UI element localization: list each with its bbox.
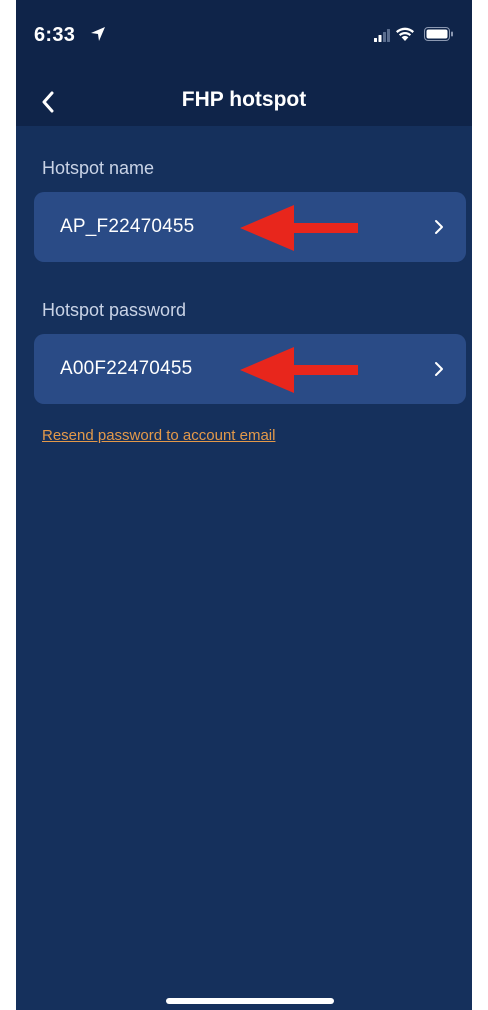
- red-arrow-icon: [240, 205, 358, 251]
- status-bar: 6:33: [16, 0, 472, 78]
- chevron-right-icon: [435, 362, 443, 376]
- hotspot-password-value: A00F22470455: [60, 358, 193, 379]
- app-screen: 6:33 FHP hotspot Hotspot name AP_F224704…: [16, 0, 472, 1010]
- location-arrow-icon: [91, 27, 105, 41]
- home-indicator[interactable]: [166, 998, 334, 1004]
- hotspot-name-row[interactable]: AP_F22470455: [34, 192, 466, 262]
- navigation-bar: FHP hotspot: [16, 78, 472, 126]
- chevron-right-icon: [435, 220, 443, 234]
- cellular-signal-icon: [374, 29, 390, 42]
- red-arrow-icon: [240, 347, 358, 393]
- hotspot-password-label: Hotspot password: [42, 300, 187, 320]
- wifi-icon: [396, 27, 414, 41]
- hotspot-name-value: AP_F22470455: [60, 216, 195, 237]
- page-title: FHP hotspot: [181, 88, 307, 111]
- battery-icon: [424, 27, 453, 41]
- hotspot-password-row[interactable]: A00F22470455: [34, 334, 466, 404]
- resend-password-link[interactable]: Resend password to account email: [42, 427, 275, 444]
- status-time: 6:33: [34, 24, 76, 46]
- hotspot-name-label: Hotspot name: [42, 158, 155, 178]
